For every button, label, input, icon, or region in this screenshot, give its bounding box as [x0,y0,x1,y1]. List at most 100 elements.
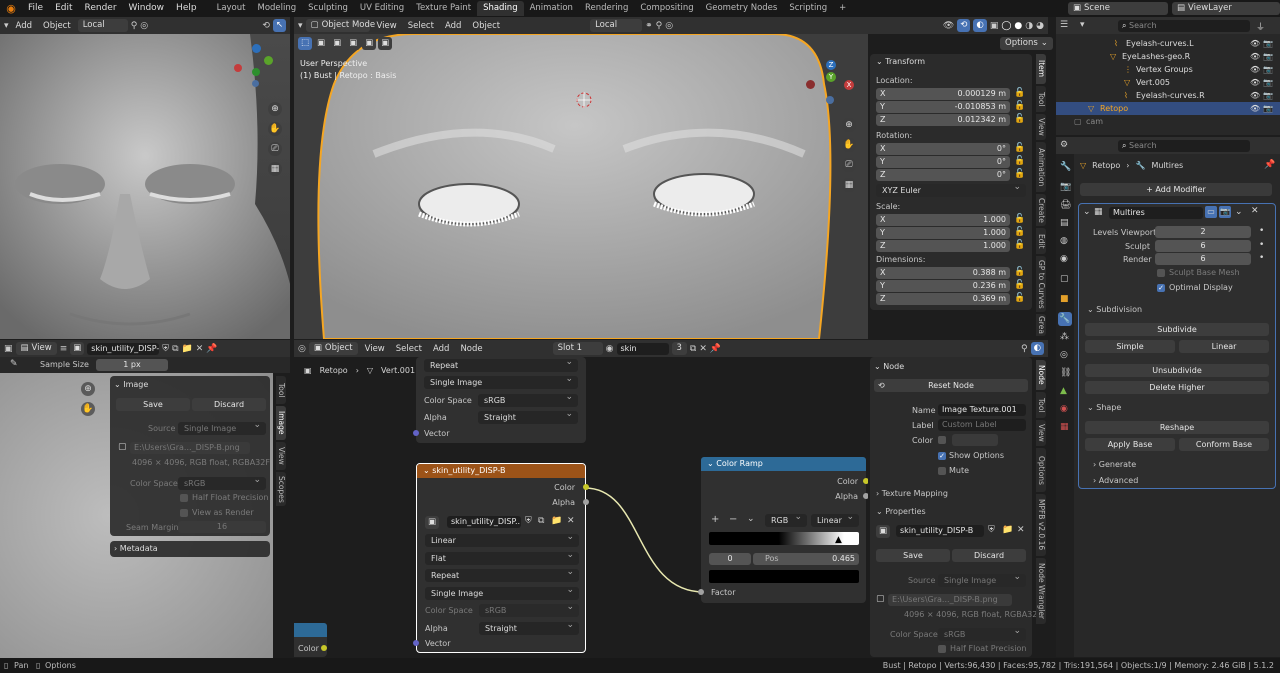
tab-gp-to-curves[interactable]: GP to Curves [1036,256,1046,312]
node-color-swatch[interactable] [952,434,998,446]
pin-icon[interactable]: 📌 [1264,160,1275,170]
tab-options[interactable]: Options [1036,448,1046,492]
chevron-down-icon[interactable]: ⌄ [1083,207,1091,217]
select-subtract-icon[interactable]: ▣ [346,37,361,50]
folder-icon[interactable]: 📁 [551,516,562,526]
image-texture-node[interactable]: ⌄ skin_utility_DISP-B Color Alpha ▣ skin… [413,463,589,653]
color-mode-dropdown[interactable]: RGB [765,511,807,527]
rotation-z-field[interactable]: Z 0° [876,169,1010,181]
menu-add[interactable]: Add [429,344,453,354]
modifier-wrench-icon[interactable]: 🔧 [1058,312,1072,326]
tab-rendering[interactable]: Rendering [579,1,634,16]
properties-panel-title[interactable]: ⌄ Properties [876,507,926,516]
render-levels-field[interactable]: 6 [1155,253,1251,265]
add-workspace-button[interactable]: + [833,1,852,16]
snap-icon[interactable]: ⚲ [656,21,663,31]
nav-gizmo[interactable] [230,42,280,92]
tab-scripting[interactable]: Scripting [783,1,833,16]
scale-z-field[interactable]: Z 1.000 [876,240,1010,252]
camera-icon[interactable]: 📷 [1263,63,1273,76]
eye-icon[interactable]: 👁 [1250,50,1260,63]
file-icon[interactable]: ▢ [118,442,127,452]
editor-type-icon[interactable]: ▾ [298,21,303,31]
outliner-search-input[interactable]: ⌕ Search [1118,20,1250,32]
sample-tool-icon[interactable]: ✎ [10,359,18,369]
tab-animation[interactable]: Animation [524,1,579,16]
menu-help[interactable]: Help [170,0,203,17]
scale-y-field[interactable]: Y 1.000 [876,227,1010,239]
tab-tool[interactable]: Tool [1036,392,1046,418]
material-sphere-icon[interactable]: ◉ [606,344,614,354]
outliner-row[interactable]: ⌇ Eyelash-curves.L 👁 📷 [1056,37,1280,50]
select-tool-icon[interactable]: ⬚ [298,37,313,50]
keyframe-dot-icon[interactable]: • [1259,253,1264,263]
color-output-socket[interactable] [863,478,868,484]
tool-icon[interactable]: 🔧 [1060,162,1071,172]
simple-button[interactable]: Simple [1085,340,1175,353]
eye-icon[interactable]: 👁 [1250,89,1260,102]
show-options-checkbox[interactable]: ✓ [938,452,946,460]
color-space-dropdown[interactable]: sRGB [479,601,579,617]
node-header[interactable]: ⌄ Color Ramp [701,457,866,471]
outliner-row[interactable]: ⌇ Eyelash-curves.R 👁 📷 [1056,89,1280,102]
add-modifier-button[interactable]: + Add Modifier [1080,183,1272,196]
shield-icon[interactable]: ⛨ [988,525,995,535]
menu-view[interactable]: View [361,344,389,354]
tab-modeling[interactable]: Modeling [251,1,302,16]
dimensions-x-field[interactable]: X 0.388 m [876,267,1010,279]
tab-node[interactable]: Node [1036,360,1046,390]
cursor-tool-icon[interactable]: ↖ [272,19,286,32]
pivot-icon[interactable]: ⚭ [645,21,653,31]
image-panel-title[interactable]: ⌄ Image [114,380,148,389]
color-ramp-node[interactable]: ⌄ Color Ramp Color Alpha + − ⌄ RGB Linea… [698,457,868,603]
tab-tool[interactable]: Tool [276,376,286,404]
eye-icon[interactable]: 👁 [1250,102,1260,115]
data-icon[interactable]: ▲ [1060,386,1067,396]
reset-node-button[interactable]: ⟲ Reset Node [874,379,1028,392]
filter-icon[interactable]: ▾ [1080,20,1085,30]
menu-window[interactable]: Window [123,0,171,17]
view-layer-icon[interactable]: ▤ [1060,218,1069,228]
shading-solid-icon[interactable]: ● [1014,21,1022,31]
texture-mapping-panel[interactable]: › Texture Mapping [876,489,948,498]
location-z-field[interactable]: Z 0.012342 m [876,114,1010,126]
delete-higher-button[interactable]: Delete Higher [1085,381,1269,394]
dimensions-z-field[interactable]: Z 0.369 m [876,293,1010,305]
tab-mpfb[interactable]: MPFB v2.0.16 [1036,494,1046,556]
render-icon[interactable]: 📷 [1060,182,1071,192]
outliner-row[interactable]: ▽ Vert.005 👁 📷 [1056,76,1280,89]
select-new-icon[interactable]: ▣ [314,37,329,50]
menu-select[interactable]: Select [404,21,438,31]
eye-icon[interactable]: 👁 [1250,37,1260,50]
menu-node[interactable]: Node [456,344,486,354]
extension-dropdown[interactable]: Repeat [425,566,579,582]
camera-icon[interactable]: 📷 [1263,89,1273,102]
editor-type-icon[interactable]: ◎ [298,344,306,354]
ramp-stop-left[interactable]: ▲ [773,535,780,545]
alpha-dropdown[interactable]: Straight [478,408,578,424]
levels-viewport-field[interactable]: 2 [1155,226,1251,238]
rotation-mode-dropdown[interactable]: XYZ Euler [876,181,1026,197]
duplicate-icon[interactable]: ⧉ [538,516,544,526]
tab-edit[interactable]: Edit [1036,228,1046,254]
menu-select[interactable]: Select [392,344,426,354]
color-space-dropdown[interactable]: sRGB [938,625,1026,641]
overlay-toggle-icon[interactable]: ◐ [1030,342,1044,355]
reshape-button[interactable]: Reshape [1085,421,1269,434]
stop-position-field[interactable]: Pos 0.465 [753,553,859,565]
texture-icon[interactable]: ▦ [1060,422,1069,432]
realtime-toggle-icon[interactable]: ▭ [1205,206,1217,218]
lock-icon[interactable]: 🔓 [1014,88,1025,98]
gizmo-z-axis[interactable]: Z [826,60,836,70]
tab-tool[interactable]: Tool [1036,86,1046,112]
stop-color-swatch[interactable] [709,570,859,583]
physics-icon[interactable]: ◎ [1060,350,1068,360]
metadata-panel[interactable]: › Metadata [110,541,270,557]
save-button[interactable]: Save [876,549,950,562]
outliner-row[interactable]: ▽ EyeLashes-geo.R 👁 📷 [1056,50,1280,63]
lock-icon[interactable]: 🔓 [1014,267,1025,277]
optimal-display-checkbox[interactable]: ✓ [1157,284,1165,292]
proportional-icon[interactable]: ◎ [665,21,673,31]
transform-orientation-dropdown[interactable]: Local [590,19,643,32]
gizmo-toggle-icon[interactable]: ⟲ [262,21,270,31]
